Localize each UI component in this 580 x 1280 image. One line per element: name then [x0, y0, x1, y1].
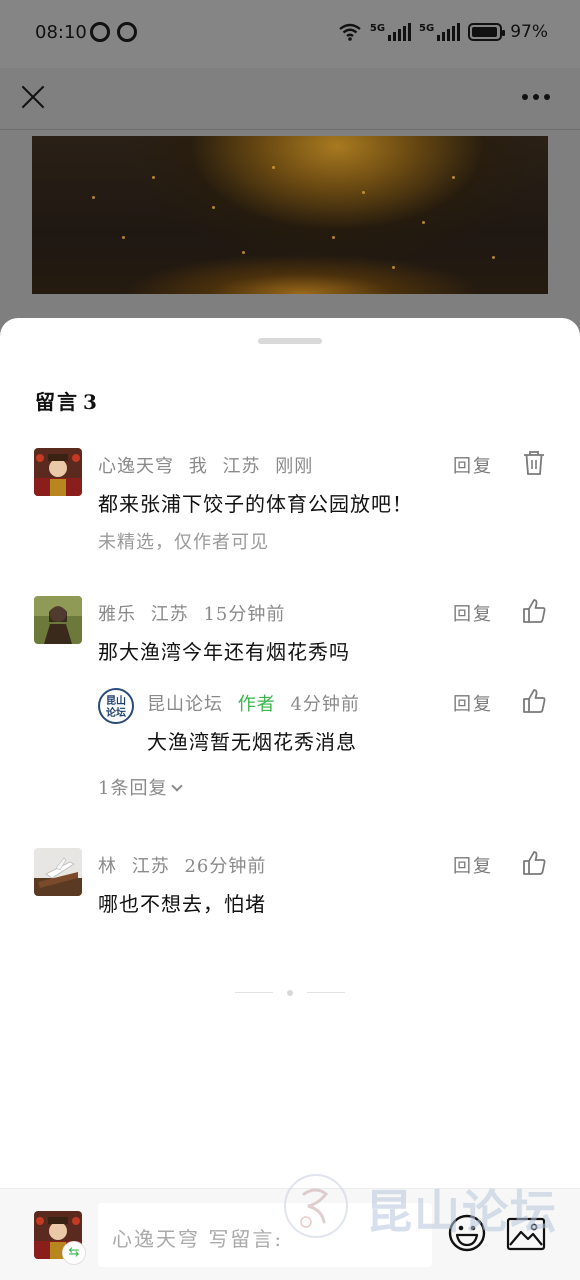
end-of-list-divider: [235, 990, 345, 996]
comment-text: 哪也不想去，怕堵: [98, 892, 266, 916]
reply-time: 4分钟前: [290, 694, 360, 715]
comment-username[interactable]: 雅乐: [98, 604, 136, 625]
battery-level: 97%: [510, 22, 548, 42]
avatar[interactable]: [34, 848, 82, 896]
status-time: 08:10: [35, 22, 87, 43]
comment-meta: 雅乐 江苏 15分钟前: [98, 600, 293, 626]
comment-text: 都来张浦下饺子的体育公园放吧！: [98, 492, 413, 516]
avatar[interactable]: [34, 596, 82, 644]
sheet-drag-handle[interactable]: [258, 338, 322, 344]
reply-text: 大渔湾暂无烟花秀消息: [147, 730, 357, 754]
watermark-seal-icon: [284, 1174, 348, 1238]
comment-item: 心逸天穹 我 江苏 刚刚 都来张浦下饺子的体育公园放吧！ 未精选，仅作者可见 回…: [0, 448, 580, 558]
avatar[interactable]: [34, 448, 82, 496]
comment-time: 15分钟前: [203, 604, 286, 625]
article-hero-image: [32, 136, 548, 294]
comment-item: 林 江苏 26分钟前 哪也不想去，怕堵 回复: [0, 848, 580, 928]
cell-signal-2-icon: 5G: [419, 23, 461, 41]
svg-text:论坛: 论坛: [106, 706, 126, 719]
svg-text:昆山: 昆山: [106, 694, 126, 707]
comments-count: 3: [83, 390, 99, 414]
comment-input-placeholder: 心逸天穹 写留言:: [112, 1227, 284, 1251]
author-reply: 昆山 论坛 昆山论坛 作者 4分钟前 大渔湾暂无烟花秀消息 回复: [0, 686, 580, 756]
comment-location: 江苏: [150, 604, 189, 625]
comment-location: 江苏: [222, 456, 261, 477]
reply-button[interactable]: 回复: [453, 452, 493, 478]
comment-time: 刚刚: [275, 456, 314, 477]
comment-location: 江苏: [131, 856, 170, 877]
forum-avatar[interactable]: 昆山 论坛: [98, 688, 134, 724]
reply-meta: 昆山论坛 作者 4分钟前: [147, 690, 368, 716]
comment-time: 26分钟前: [184, 856, 267, 877]
comment-meta: 林 江苏 26分钟前: [98, 852, 274, 878]
comment-username[interactable]: 林: [98, 856, 117, 877]
comments-sheet: 留言 3 心逸天穹 我 江苏 刚刚 都来张浦下饺子的体育公园放吧！ 未精选，仅作者…: [0, 318, 580, 1280]
trash-icon[interactable]: [522, 450, 546, 476]
wifi-icon: [339, 23, 361, 41]
battery-icon: [468, 23, 506, 41]
forum-watermark: 昆山论坛: [282, 1170, 578, 1244]
chevron-down-icon: [171, 780, 184, 792]
comments-title: 留言 3: [35, 390, 99, 414]
more-horizontal-icon[interactable]: [522, 94, 550, 100]
alarm-icon: [90, 22, 110, 42]
article-top-bar: [0, 68, 580, 130]
expand-replies-button[interactable]: 1条回复: [98, 774, 184, 800]
switch-account-icon[interactable]: ⇆: [62, 1241, 86, 1265]
close-icon[interactable]: [20, 84, 46, 110]
reply-username[interactable]: 昆山论坛: [147, 694, 223, 715]
comment-meta: 心逸天穹 我 江苏 刚刚: [98, 452, 321, 478]
status-indicators: 5G 5G 97%: [338, 22, 548, 42]
reply-button[interactable]: 回复: [453, 852, 493, 878]
comment-username[interactable]: 心逸天穹: [98, 456, 174, 477]
thumbs-up-icon[interactable]: [522, 850, 546, 876]
reply-button[interactable]: 回复: [453, 600, 493, 626]
status-bar: 08:10 5G 5G 97%: [0, 0, 580, 68]
reply-button[interactable]: 回复: [453, 690, 493, 716]
comment-item: 雅乐 江苏 15分钟前 那大渔湾今年还有烟花秀吗 回复 昆山 论坛 昆山论坛 作…: [0, 596, 580, 806]
author-tag: 作者: [237, 694, 276, 715]
thumbs-up-icon[interactable]: [522, 598, 546, 624]
watermark-text: 昆山论坛: [366, 1185, 558, 1239]
comment-text: 那大渔湾今年还有烟花秀吗: [98, 640, 350, 664]
cell-signal-1-icon: 5G: [370, 23, 412, 41]
self-tag: 我: [188, 456, 208, 477]
thumbs-up-icon[interactable]: [522, 688, 546, 714]
comment-note: 未精选，仅作者可见: [98, 532, 269, 553]
alarm-icon: [117, 22, 137, 42]
